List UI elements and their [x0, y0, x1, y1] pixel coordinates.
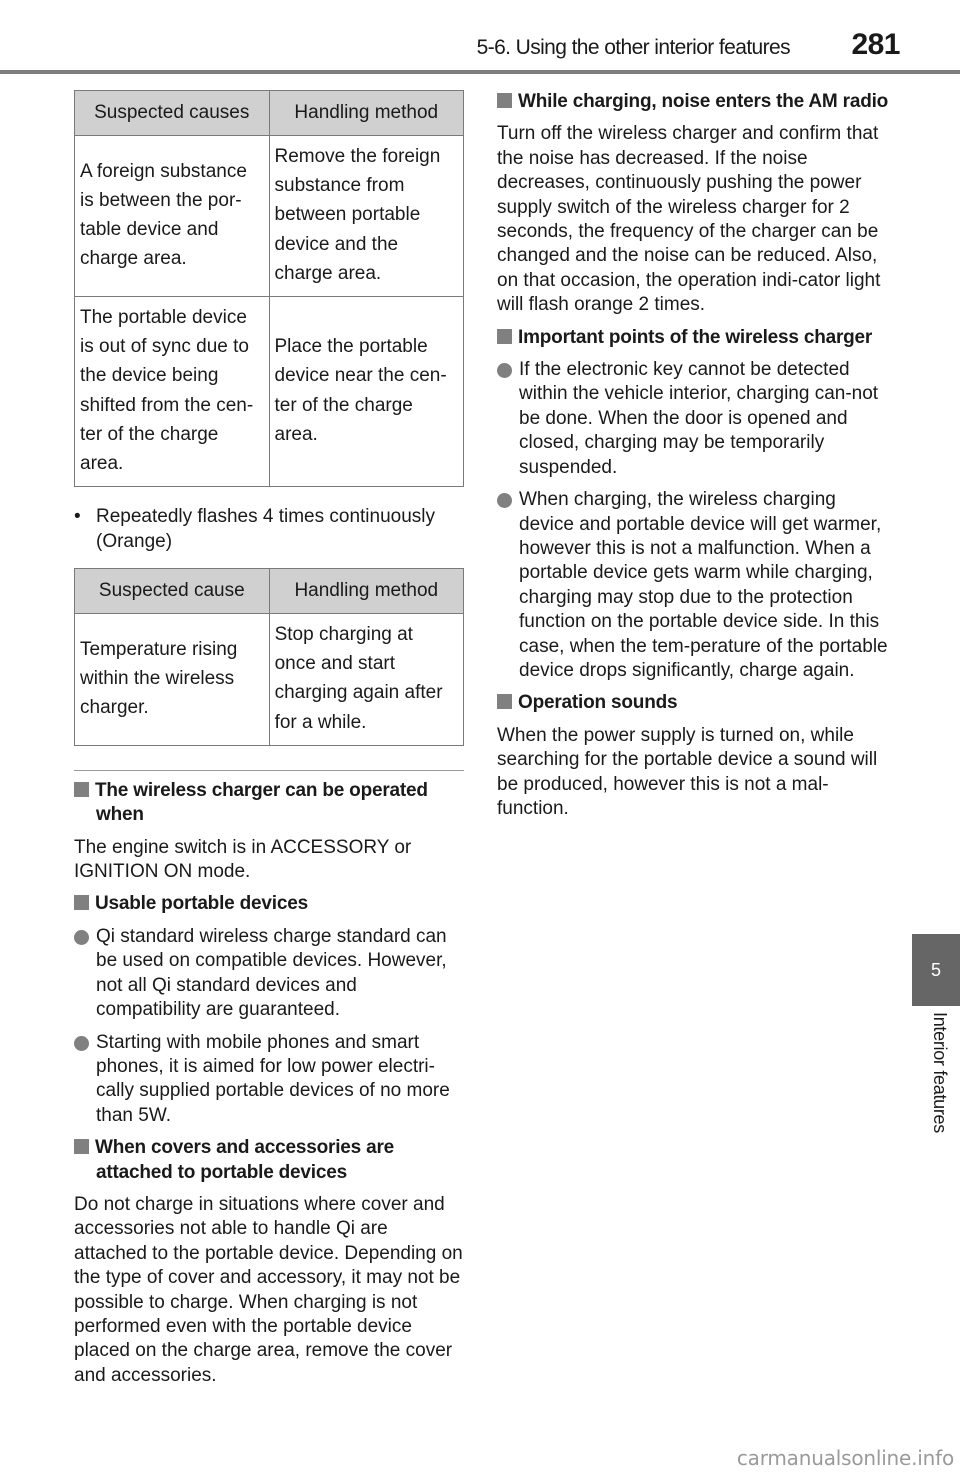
left-column: Suspected causes Handling method A forei…	[74, 90, 465, 1396]
circle-bullet-icon	[497, 363, 512, 379]
section-heading: Operation sounds	[497, 691, 892, 715]
table-header-cell: Handling method	[268, 568, 465, 615]
section-paragraph: When the power supply is turned on, whil…	[497, 724, 878, 819]
table-cell: Stop charging at once and start charging…	[268, 613, 465, 746]
bullet-dot-icon: •	[74, 506, 81, 528]
table-cell: The portable device is out of sync due t…	[74, 296, 270, 488]
table-cell: Temperature rising within the wireless c…	[74, 613, 270, 746]
square-bullet-icon	[74, 895, 89, 911]
table-row: The portable device is out of sync due t…	[74, 296, 464, 488]
table-header-cell: Suspected causes	[74, 90, 270, 136]
page-number: 281	[851, 28, 900, 61]
section-heading: When covers and accessories are attached…	[74, 1136, 464, 1185]
table-header-cell: Handling method	[268, 90, 464, 136]
section-heading: Usable portable devices	[74, 892, 464, 916]
section-title: 5-6. Using the other interior features	[476, 36, 791, 59]
chapter-tab[interactable]: 5	[912, 934, 960, 1006]
list-item: When charging, the wireless charging dev…	[497, 488, 892, 683]
table-cell: Place the portable device near the cen-t…	[268, 296, 464, 488]
chapter-label: Interior features	[930, 1012, 950, 1133]
list-item: Qi standard wireless charge standard can…	[74, 925, 464, 1023]
square-bullet-icon	[497, 328, 512, 344]
table-row: A foreign substance is between the por-t…	[74, 134, 464, 298]
flash-pattern-text: Repeatedly flashes 4 times continuously …	[96, 506, 436, 552]
circle-bullet-icon	[74, 1035, 89, 1051]
troubleshooting-table-2: Suspected cause Handling method Temperat…	[74, 568, 465, 746]
list-item: Starting with mobile phones and smart ph…	[74, 1031, 464, 1129]
troubleshooting-table-1: Suspected causes Handling method A forei…	[74, 90, 464, 488]
table-cell: A foreign substance is between the por-t…	[74, 134, 270, 298]
watermark[interactable]: carmanualsonline.info	[737, 1446, 954, 1470]
square-bullet-icon	[74, 781, 89, 797]
section-paragraph: The engine switch is in ACCESSORY or IGN…	[74, 836, 412, 883]
page-header: 5-6. Using the other interior features 2…	[0, 0, 960, 76]
square-bullet-icon	[497, 93, 512, 108]
square-bullet-icon	[497, 694, 512, 710]
section-paragraph: Turn off the wireless charger and confir…	[497, 123, 881, 316]
section-heading: Important points of the wireless charger	[497, 326, 892, 350]
header-divider	[0, 70, 960, 74]
list-item: If the electronic key cannot be detected…	[497, 358, 892, 480]
table-cell: Remove the foreign substance from betwee…	[268, 134, 464, 298]
circle-bullet-icon	[497, 493, 512, 509]
section-divider	[74, 769, 464, 771]
section-heading: The wireless charger can be operated whe…	[74, 779, 464, 828]
table-row: Temperature rising within the wireless c…	[74, 613, 465, 746]
square-bullet-icon	[74, 1139, 89, 1155]
section-paragraph: Do not charge in situations where cover …	[74, 1193, 463, 1386]
flash-pattern-bullet: • Repeatedly flashes 4 times continuously…	[74, 505, 464, 554]
chapter-number: 5	[930, 959, 941, 980]
section-heading: While charging, noise enters the AM radi…	[497, 90, 892, 114]
table-header-row: Suspected causes Handling method	[74, 90, 464, 136]
circle-bullet-icon	[74, 929, 89, 945]
table-header-cell: Suspected cause	[74, 568, 270, 615]
right-column: While charging, noise enters the AM radi…	[497, 90, 892, 829]
table-header-row: Suspected cause Handling method	[74, 568, 465, 615]
